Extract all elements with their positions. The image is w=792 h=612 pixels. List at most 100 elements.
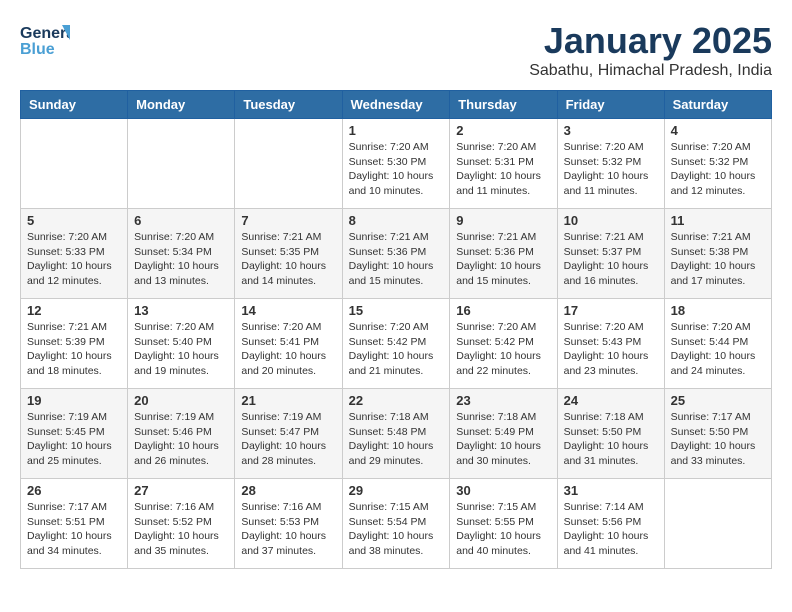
day-info: Sunrise: 7:20 AM Sunset: 5:42 PM Dayligh… (456, 320, 550, 379)
logo: General Blue (20, 20, 70, 60)
day-info: Sunrise: 7:20 AM Sunset: 5:44 PM Dayligh… (671, 320, 765, 379)
day-info: Sunrise: 7:19 AM Sunset: 5:45 PM Dayligh… (27, 410, 121, 469)
svg-text:Blue: Blue (20, 41, 55, 58)
day-info: Sunrise: 7:15 AM Sunset: 5:55 PM Dayligh… (456, 500, 550, 559)
day-info: Sunrise: 7:20 AM Sunset: 5:42 PM Dayligh… (349, 320, 444, 379)
calendar-cell: 22Sunrise: 7:18 AM Sunset: 5:48 PM Dayli… (342, 389, 450, 479)
week-row-5: 26Sunrise: 7:17 AM Sunset: 5:51 PM Dayli… (21, 479, 772, 569)
day-number: 29 (349, 483, 444, 498)
day-number: 17 (564, 303, 658, 318)
calendar-cell: 20Sunrise: 7:19 AM Sunset: 5:46 PM Dayli… (128, 389, 235, 479)
column-header-sunday: Sunday (21, 91, 128, 119)
calendar-cell: 25Sunrise: 7:17 AM Sunset: 5:50 PM Dayli… (664, 389, 771, 479)
week-row-1: 1Sunrise: 7:20 AM Sunset: 5:30 PM Daylig… (21, 119, 772, 209)
day-number: 23 (456, 393, 550, 408)
day-number: 7 (241, 213, 335, 228)
calendar-cell: 21 Sunrise: 7:19 AM Sunset: 5:47 PM Dayli… (235, 389, 342, 479)
calendar-cell: 13 Sunrise: 7:20 AM Sunset: 5:40 PM Dayli… (128, 299, 235, 389)
day-info: Sunrise: 7:14 AM Sunset: 5:56 PM Dayligh… (564, 500, 658, 559)
day-info: Sunrise: 7:15 AM Sunset: 5:54 PM Dayligh… (349, 500, 444, 559)
calendar-cell: 16 Sunrise: 7:20 AM Sunset: 5:42 PM Dayli… (450, 299, 557, 389)
calendar-cell (235, 119, 342, 209)
column-header-tuesday: Tuesday (235, 91, 342, 119)
day-number: 10 (564, 213, 658, 228)
calendar-cell: 9Sunrise: 7:21 AM Sunset: 5:36 PM Daylig… (450, 209, 557, 299)
month-title: January 2025 (529, 20, 772, 62)
logo-svg: General Blue (20, 20, 70, 60)
day-info: Sunrise: 7:21 AM Sunset: 5:35 PM Dayligh… (241, 230, 335, 289)
calendar-header-row: SundayMondayTuesdayWednesdayThursdayFrid… (21, 91, 772, 119)
day-info: Sunrise: 7:21 AM Sunset: 5:38 PM Dayligh… (671, 230, 765, 289)
calendar-cell: 8 Sunrise: 7:21 AM Sunset: 5:36 PM Daylig… (342, 209, 450, 299)
calendar-cell: 19Sunrise: 7:19 AM Sunset: 5:45 PM Dayli… (21, 389, 128, 479)
calendar-cell (21, 119, 128, 209)
day-number: 20 (134, 393, 228, 408)
calendar-cell: 18 Sunrise: 7:20 AM Sunset: 5:44 PM Dayli… (664, 299, 771, 389)
day-number: 24 (564, 393, 658, 408)
title-section: January 2025 Sabathu, Himachal Pradesh, … (529, 20, 772, 80)
day-number: 26 (27, 483, 121, 498)
day-number: 2 (456, 123, 550, 138)
day-number: 18 (671, 303, 765, 318)
day-number: 21 (241, 393, 335, 408)
calendar-cell: 14Sunrise: 7:20 AM Sunset: 5:41 PM Dayli… (235, 299, 342, 389)
day-info: Sunrise: 7:20 AM Sunset: 5:40 PM Dayligh… (134, 320, 228, 379)
day-info: Sunrise: 7:21 AM Sunset: 5:39 PM Dayligh… (27, 320, 121, 379)
day-number: 31 (564, 483, 658, 498)
day-number: 8 (349, 213, 444, 228)
day-number: 15 (349, 303, 444, 318)
calendar-cell: 6 Sunrise: 7:20 AM Sunset: 5:34 PM Daylig… (128, 209, 235, 299)
column-header-friday: Friday (557, 91, 664, 119)
day-info: Sunrise: 7:17 AM Sunset: 5:50 PM Dayligh… (671, 410, 765, 469)
calendar-cell: 26Sunrise: 7:17 AM Sunset: 5:51 PM Dayli… (21, 479, 128, 569)
calendar-cell: 11 Sunrise: 7:21 AM Sunset: 5:38 PM Dayli… (664, 209, 771, 299)
day-info: Sunrise: 7:18 AM Sunset: 5:49 PM Dayligh… (456, 410, 550, 469)
day-number: 16 (456, 303, 550, 318)
svg-text:General: General (20, 25, 70, 42)
calendar-cell: 27 Sunrise: 7:16 AM Sunset: 5:52 PM Dayli… (128, 479, 235, 569)
day-info: Sunrise: 7:19 AM Sunset: 5:47 PM Dayligh… (241, 410, 335, 469)
calendar-cell: 31 Sunrise: 7:14 AM Sunset: 5:56 PM Dayli… (557, 479, 664, 569)
calendar-cell: 3 Sunrise: 7:20 AM Sunset: 5:32 PM Daylig… (557, 119, 664, 209)
day-number: 22 (349, 393, 444, 408)
day-info: Sunrise: 7:18 AM Sunset: 5:50 PM Dayligh… (564, 410, 658, 469)
day-number: 13 (134, 303, 228, 318)
calendar-cell: 7 Sunrise: 7:21 AM Sunset: 5:35 PM Daylig… (235, 209, 342, 299)
calendar-cell: 5Sunrise: 7:20 AM Sunset: 5:33 PM Daylig… (21, 209, 128, 299)
calendar-cell: 28 Sunrise: 7:16 AM Sunset: 5:53 PM Dayli… (235, 479, 342, 569)
day-info: Sunrise: 7:20 AM Sunset: 5:32 PM Dayligh… (671, 140, 765, 199)
day-info: Sunrise: 7:21 AM Sunset: 5:36 PM Dayligh… (349, 230, 444, 289)
day-info: Sunrise: 7:20 AM Sunset: 5:31 PM Dayligh… (456, 140, 550, 199)
day-number: 28 (241, 483, 335, 498)
day-info: Sunrise: 7:16 AM Sunset: 5:52 PM Dayligh… (134, 500, 228, 559)
day-number: 27 (134, 483, 228, 498)
day-info: Sunrise: 7:20 AM Sunset: 5:33 PM Dayligh… (27, 230, 121, 289)
logo-icon: General Blue (20, 20, 70, 60)
calendar-cell: 1Sunrise: 7:20 AM Sunset: 5:30 PM Daylig… (342, 119, 450, 209)
day-info: Sunrise: 7:20 AM Sunset: 5:32 PM Dayligh… (564, 140, 658, 199)
day-info: Sunrise: 7:21 AM Sunset: 5:37 PM Dayligh… (564, 230, 658, 289)
calendar-cell: 30Sunrise: 7:15 AM Sunset: 5:55 PM Dayli… (450, 479, 557, 569)
calendar-cell: 4 Sunrise: 7:20 AM Sunset: 5:32 PM Daylig… (664, 119, 771, 209)
day-number: 1 (349, 123, 444, 138)
week-row-3: 12 Sunrise: 7:21 AM Sunset: 5:39 PM Dayli… (21, 299, 772, 389)
day-number: 9 (456, 213, 550, 228)
calendar-cell: 24 Sunrise: 7:18 AM Sunset: 5:50 PM Dayli… (557, 389, 664, 479)
day-info: Sunrise: 7:20 AM Sunset: 5:41 PM Dayligh… (241, 320, 335, 379)
day-number: 11 (671, 213, 765, 228)
calendar-table: SundayMondayTuesdayWednesdayThursdayFrid… (20, 90, 772, 569)
day-number: 4 (671, 123, 765, 138)
calendar-cell: 17Sunrise: 7:20 AM Sunset: 5:43 PM Dayli… (557, 299, 664, 389)
day-number: 6 (134, 213, 228, 228)
day-info: Sunrise: 7:20 AM Sunset: 5:34 PM Dayligh… (134, 230, 228, 289)
day-info: Sunrise: 7:16 AM Sunset: 5:53 PM Dayligh… (241, 500, 335, 559)
day-number: 3 (564, 123, 658, 138)
calendar-cell: 29 Sunrise: 7:15 AM Sunset: 5:54 PM Dayli… (342, 479, 450, 569)
column-header-thursday: Thursday (450, 91, 557, 119)
column-header-saturday: Saturday (664, 91, 771, 119)
day-number: 12 (27, 303, 121, 318)
calendar-cell: 2 Sunrise: 7:20 AM Sunset: 5:31 PM Daylig… (450, 119, 557, 209)
week-row-4: 19Sunrise: 7:19 AM Sunset: 5:45 PM Dayli… (21, 389, 772, 479)
calendar-cell (664, 479, 771, 569)
calendar-cell: 12 Sunrise: 7:21 AM Sunset: 5:39 PM Dayli… (21, 299, 128, 389)
